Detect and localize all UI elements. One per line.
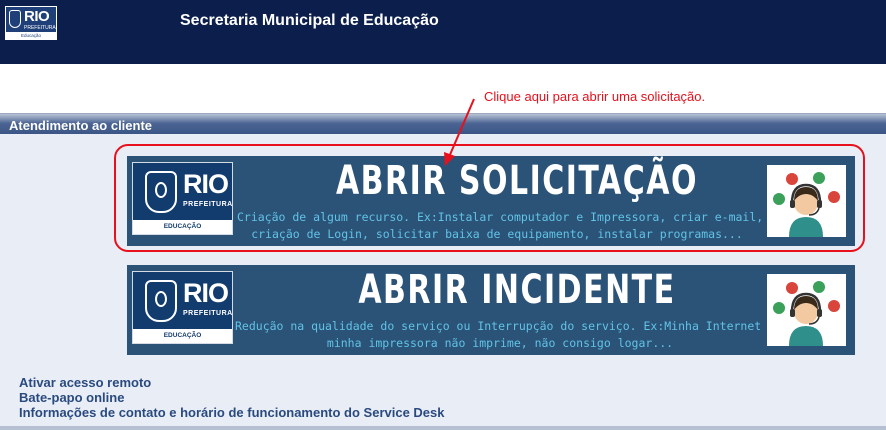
logo-subtitle: PREFEITURA (24, 25, 56, 31)
banner-description: Redução na qualidade do serviço ou Inter… (235, 318, 810, 352)
section-title: Atendimento ao cliente (9, 118, 153, 133)
logo-subtitle: PREFEITURA (183, 310, 233, 317)
top-header: RIO PREFEITURA Educação Secretaria Munic… (0, 0, 886, 64)
banner-description-line: minha impressora não imprime, não consig… (326, 336, 674, 350)
logo-unit: Educação (6, 32, 56, 39)
logo-brand: RIO (24, 8, 50, 25)
support-agent-icon (767, 274, 846, 346)
annotation-text: Clique aqui para abrir uma solicitação. (484, 89, 706, 104)
highlight-ring (114, 144, 865, 252)
logo-brand: RIO (183, 278, 229, 308)
open-incident-banner[interactable]: RIO PREFEITURA EDUCAÇÃO ABRIR INCIDENTE … (127, 265, 855, 355)
section-header: Atendimento ao cliente (0, 113, 886, 135)
logo-unit: EDUCAÇÃO (133, 329, 232, 343)
banner-description-line: Redução na qualidade do serviço ou Inter… (235, 319, 810, 333)
online-chat-link[interactable]: Bate-papo online (19, 390, 445, 405)
rio-crest-icon (145, 280, 177, 322)
banner-headline: ABRIR INCIDENTE (358, 267, 676, 313)
rio-crest-icon (9, 10, 21, 28)
contact-info-link[interactable]: Informações de contato e horário de func… (19, 405, 445, 420)
rio-prefeitura-logo[interactable]: RIO PREFEITURA Educação (5, 6, 57, 40)
remote-access-link[interactable]: Ativar acesso remoto (19, 375, 445, 390)
rio-education-logo: RIO PREFEITURA EDUCAÇÃO (132, 271, 233, 344)
bottom-divider (0, 426, 886, 430)
site-title: Secretaria Municipal de Educação (180, 12, 439, 29)
support-links: Ativar acesso remoto Bate-papo online In… (19, 375, 445, 420)
